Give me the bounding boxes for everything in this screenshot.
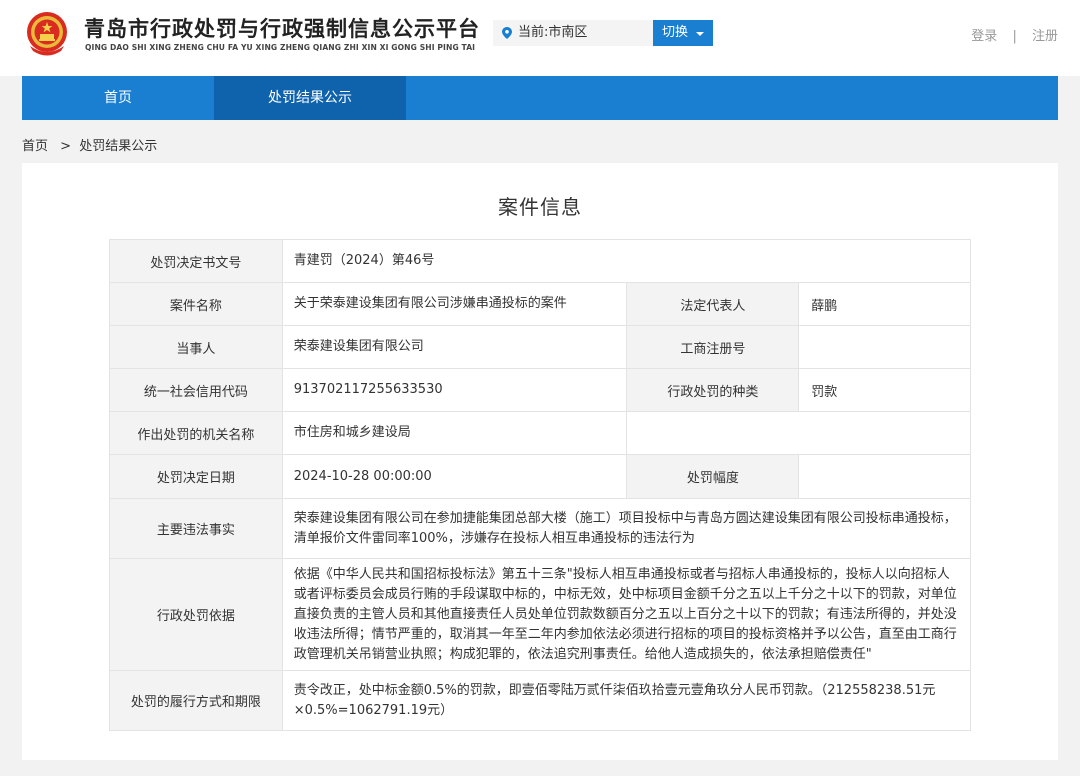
switch-region-button[interactable]: 切换: [653, 20, 713, 46]
row-label: 处罚幅度: [626, 454, 800, 499]
table-row: 处罚的履行方式和期限 责令改正，处中标金额0.5%的罚款，即壹佰零陆万贰仟柒佰玖…: [109, 670, 972, 731]
row-label: 处罚的履行方式和期限: [109, 670, 283, 731]
case-title: 案件信息: [498, 195, 582, 219]
row-label: 作出处罚的机关名称: [109, 411, 283, 455]
decision-date-value: 2024-10-28 00:00:00: [281, 454, 628, 499]
table-row: 处罚决定书文号 青建罚（2024）第46号: [109, 239, 972, 283]
nav-item-home[interactable]: 首页: [22, 76, 214, 120]
breadcrumb-current[interactable]: 处罚结果公示: [79, 139, 157, 154]
case-info-table: 处罚决定书文号 青建罚（2024）第46号 案件名称 关于荣泰建设集团有限公司涉…: [109, 239, 972, 731]
table-row: 行政处罚依据 依据《中华人民共和国招标投标法》第五十三条"投标人相互串通投标或者…: [109, 558, 972, 671]
row-label: 行政处罚依据: [109, 558, 283, 671]
region-label: 当前:市南区: [518, 25, 588, 40]
table-row: 主要违法事实 荣泰建设集团有限公司在参加捷能集团总部大楼（施工）项目投标中与青岛…: [109, 498, 972, 559]
authority-value: 市住房和城乡建设局: [281, 411, 628, 455]
row-label: 主要违法事实: [109, 498, 283, 559]
penalty-type-value: 罚款: [798, 368, 971, 412]
row-label: 工商注册号: [626, 325, 800, 369]
table-row: 当事人 荣泰建设集团有限公司 工商注册号: [109, 325, 971, 369]
location-pin-icon: [502, 27, 512, 39]
row-label: 当事人: [109, 325, 283, 369]
row-label: 统一社会信用代码: [109, 368, 283, 412]
register-link[interactable]: 注册: [1032, 29, 1058, 44]
case-panel: 案件信息 处罚决定书文号 青建罚（2024）第46号 案件名称 关于荣泰建设集团…: [22, 163, 1058, 760]
row-label: 法定代表人: [626, 282, 800, 326]
breadcrumb: 首页 > 处罚结果公示: [22, 135, 157, 154]
auth-separator: |: [1012, 29, 1017, 44]
empty-cell: [626, 411, 971, 455]
basis-value: 依据《中华人民共和国招标投标法》第五十三条"投标人相互串通投标或者与招标人串通投…: [281, 558, 972, 671]
row-label: 处罚决定书文号: [109, 239, 283, 283]
national-emblem-icon: [27, 12, 67, 56]
login-link[interactable]: 登录: [971, 29, 997, 44]
auth-links: 登录 | 注册: [971, 25, 1058, 44]
breadcrumb-separator: >: [60, 139, 72, 154]
table-row: 案件名称 关于荣泰建设集团有限公司涉嫌串通投标的案件 法定代表人 薛鹏: [109, 282, 971, 326]
site-pinyin-subtitle: QING DAO SHI XING ZHENG CHU FA YU XING Z…: [85, 43, 476, 52]
row-label: 案件名称: [109, 282, 283, 326]
site-header: 青岛市行政处罚与行政强制信息公示平台 QING DAO SHI XING ZHE…: [0, 0, 1080, 76]
fulfillment-value: 责令改正，处中标金额0.5%的罚款，即壹佰零陆万贰仟柒佰玖拾壹元壹角玖分人民币罚…: [281, 670, 972, 731]
penalty-range-value: [798, 454, 971, 499]
table-row: 统一社会信用代码 913702117255633530 行政处罚的种类 罚款: [109, 368, 971, 412]
nav-item-penalty-results[interactable]: 处罚结果公示: [214, 76, 406, 120]
site-title: 青岛市行政处罚与行政强制信息公示平台: [84, 17, 480, 41]
party-value: 荣泰建设集团有限公司: [281, 325, 628, 369]
biz-reg-no-value: [798, 325, 971, 369]
table-row: 作出处罚的机关名称 市住房和城乡建设局: [109, 411, 971, 455]
switch-region-label: 切换: [662, 25, 689, 40]
row-label: 行政处罚的种类: [626, 368, 800, 412]
facts-value: 荣泰建设集团有限公司在参加捷能集团总部大楼（施工）项目投标中与青岛方圆达建设集团…: [281, 498, 972, 559]
table-row: 处罚决定日期 2024-10-28 00:00:00 处罚幅度: [109, 454, 971, 499]
row-label: 处罚决定日期: [109, 454, 283, 499]
caret-down-icon: [696, 32, 704, 36]
current-region: 当前:市南区: [493, 20, 653, 46]
credit-code-value: 913702117255633530: [281, 368, 628, 412]
main-nav: 首页 处罚结果公示: [22, 76, 1058, 120]
case-name-value: 关于荣泰建设集团有限公司涉嫌串通投标的案件: [281, 282, 628, 326]
breadcrumb-home[interactable]: 首页: [22, 139, 48, 154]
doc-number-value: 青建罚（2024）第46号: [281, 239, 972, 283]
legal-rep-value: 薛鹏: [798, 282, 971, 326]
